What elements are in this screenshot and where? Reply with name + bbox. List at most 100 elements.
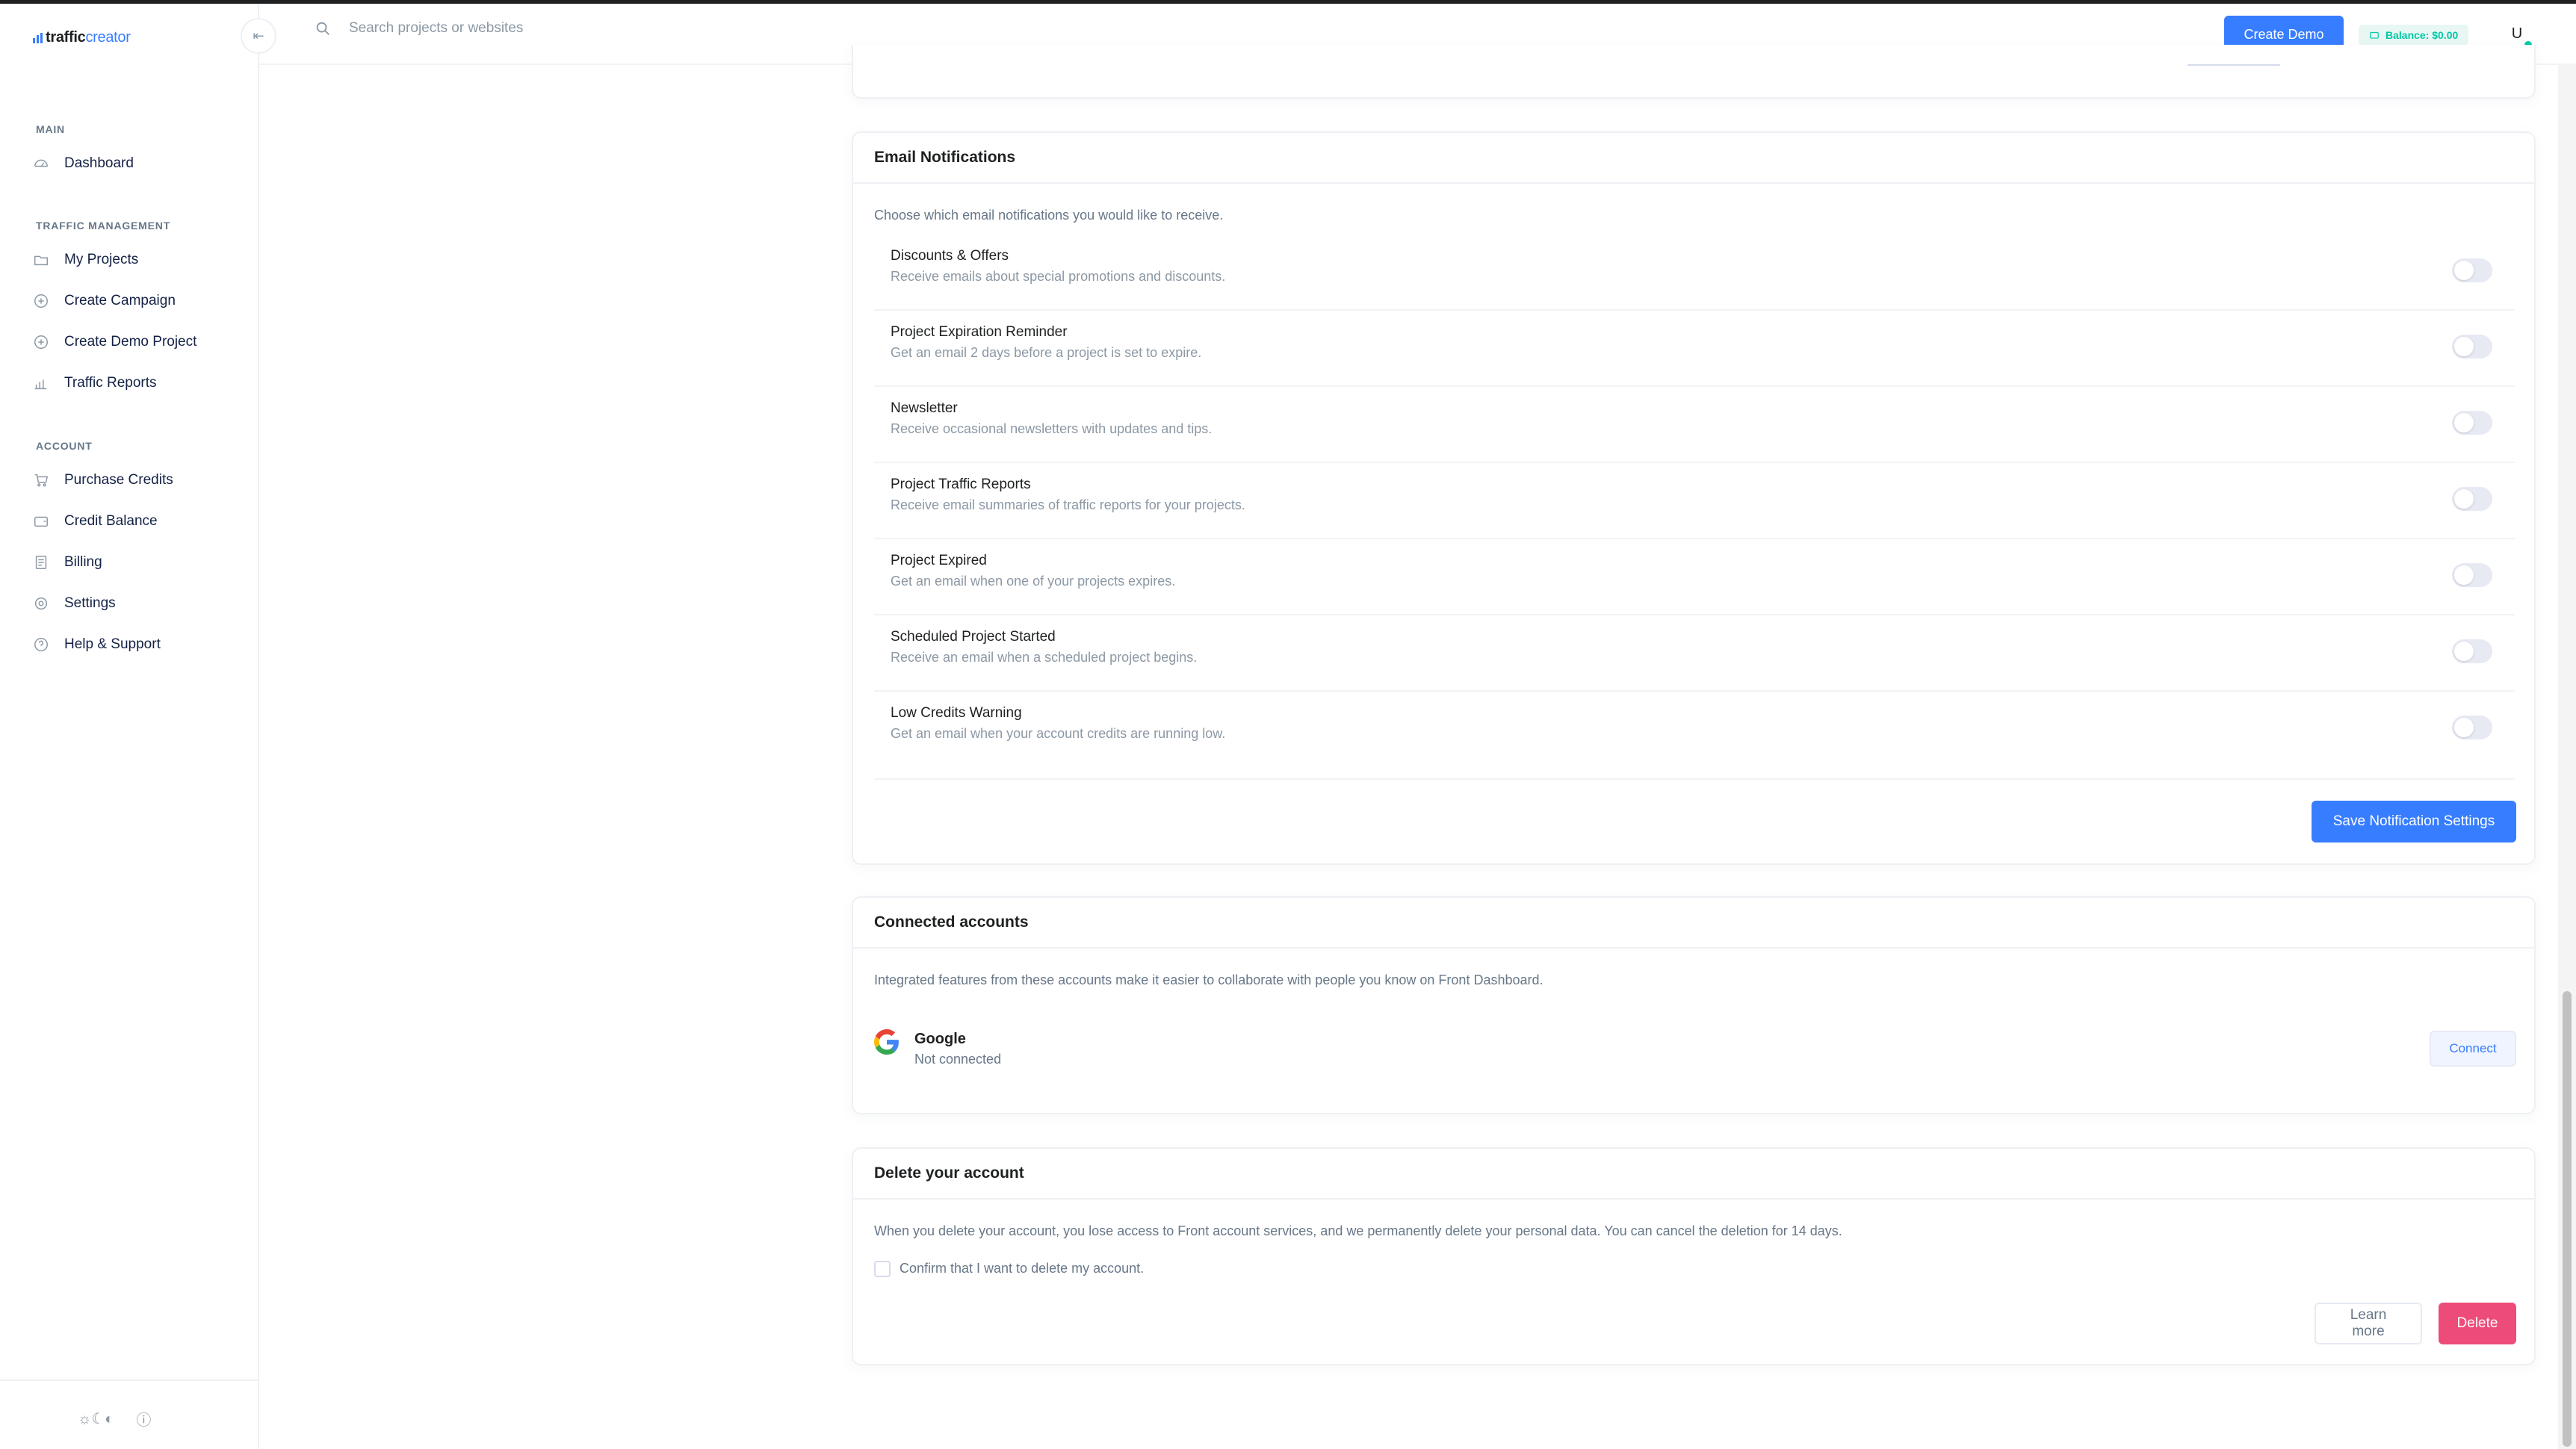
nav-section-account: ACCOUNT bbox=[36, 440, 93, 452]
discounts-toggle[interactable] bbox=[2452, 258, 2492, 282]
balance-badge[interactable]: Balance: $0.00 bbox=[2359, 25, 2469, 46]
collapse-arrow-icon: ⇤ bbox=[253, 28, 264, 43]
brand-logo[interactable]: traffic creator bbox=[33, 29, 131, 46]
email-notifications-title: Email Notifications bbox=[853, 133, 2534, 184]
logo-bars-icon bbox=[33, 32, 43, 43]
theme-toggle-icon[interactable]: ☼☾◐ bbox=[78, 1409, 114, 1428]
expiration-reminder-toggle[interactable] bbox=[2452, 335, 2492, 359]
learn-more-button[interactable]: Learn more bbox=[2315, 1303, 2422, 1344]
sidebar-item-traffic-reports[interactable]: Traffic Reports bbox=[33, 367, 157, 400]
notification-title: Low Credits Warning bbox=[891, 705, 1022, 721]
connected-accounts-description: Integrated features from these accounts … bbox=[874, 972, 1544, 987]
search-input[interactable] bbox=[349, 20, 947, 37]
notification-subtitle: Receive emails about special promotions … bbox=[891, 269, 1226, 284]
wallet-icon bbox=[2370, 31, 2379, 39]
confirm-delete-label[interactable]: Confirm that I want to delete my account… bbox=[900, 1261, 1144, 1276]
notification-title: Project Expiration Reminder bbox=[891, 324, 1068, 340]
info-icon[interactable]: ⓘ bbox=[136, 1408, 151, 1430]
low-credits-toggle[interactable] bbox=[2452, 716, 2492, 739]
nav-section-main: MAIN bbox=[36, 123, 65, 135]
sidebar-item-label: Create Campaign bbox=[64, 293, 176, 308]
notification-title: Scheduled Project Started bbox=[891, 629, 1056, 645]
notification-title: Discounts & Offers bbox=[891, 248, 1009, 264]
sidebar-item-create-demo-project[interactable]: Create Demo Project bbox=[33, 326, 196, 359]
sidebar-item-label: Settings bbox=[64, 595, 116, 611]
notification-row-discounts: Discounts & Offers Receive emails about … bbox=[874, 235, 2515, 311]
receipt-icon bbox=[35, 556, 47, 569]
notification-row-project-expired: Project Expired Get an email when one of… bbox=[874, 539, 2515, 615]
sidebar-item-credit-balance[interactable]: Credit Balance bbox=[33, 505, 158, 538]
project-expired-toggle[interactable] bbox=[2452, 563, 2492, 587]
sidebar-item-settings[interactable]: Settings bbox=[33, 587, 116, 620]
avatar-initial: U bbox=[2511, 25, 2523, 42]
wallet-icon bbox=[34, 516, 48, 527]
sidebar-collapse-button[interactable]: ⇤ bbox=[241, 18, 276, 54]
google-account-name: Google bbox=[914, 1031, 966, 1047]
sidebar-item-billing[interactable]: Billing bbox=[33, 546, 102, 579]
email-notifications-card: Email Notifications Choose which email n… bbox=[852, 131, 2536, 865]
connected-accounts-card: Connected accounts Integrated features f… bbox=[852, 896, 2536, 1114]
connected-accounts-title: Connected accounts bbox=[853, 898, 2534, 949]
confirm-delete-checkbox[interactable] bbox=[874, 1261, 891, 1277]
notification-row-traffic-reports: Project Traffic Reports Receive email su… bbox=[874, 463, 2515, 539]
sidebar-item-dashboard[interactable]: Dashboard bbox=[33, 147, 134, 180]
notification-row-newsletter: Newsletter Receive occasional newsletter… bbox=[874, 387, 2515, 463]
nav-section-traffic-management: TRAFFIC MANAGEMENT bbox=[36, 220, 171, 232]
search-icon bbox=[316, 22, 329, 35]
traffic-reports-toggle[interactable] bbox=[2452, 487, 2492, 511]
notification-row-low-credits: Low Credits Warning Get an email when yo… bbox=[874, 692, 2515, 780]
scrollbar-thumb[interactable] bbox=[2563, 991, 2572, 1447]
google-connect-button[interactable]: Connect bbox=[2430, 1031, 2516, 1067]
sidebar: traffic creator MAIN Dashboard TRAFFIC MA… bbox=[0, 4, 259, 1449]
sidebar-item-label: Dashboard bbox=[64, 155, 134, 171]
newsletter-toggle[interactable] bbox=[2452, 411, 2492, 435]
notification-subtitle: Receive email summaries of traffic repor… bbox=[891, 497, 1245, 512]
sidebar-item-purchase-credits[interactable]: Purchase Credits bbox=[33, 464, 173, 497]
notification-subtitle: Get an email 2 days before a project is … bbox=[891, 345, 1202, 360]
google-connection-status: Not connected bbox=[914, 1052, 1002, 1067]
sidebar-item-label: Traffic Reports bbox=[64, 375, 157, 391]
scheduled-started-toggle[interactable] bbox=[2452, 639, 2492, 663]
brand-name-light: creator bbox=[85, 29, 131, 46]
delete-account-title: Delete your account bbox=[853, 1149, 2534, 1200]
notification-subtitle: Get an email when your account credits a… bbox=[891, 726, 1226, 741]
dashboard-icon bbox=[34, 159, 48, 167]
notification-row-expiration-reminder: Project Expiration Reminder Get an email… bbox=[874, 311, 2515, 387]
notification-subtitle: Get an email when one of your projects e… bbox=[891, 574, 1176, 589]
brand-name-bold: traffic bbox=[46, 29, 86, 46]
plus-circle-icon bbox=[34, 294, 48, 308]
sidebar-item-create-campaign[interactable]: Create Campaign bbox=[33, 285, 176, 317]
sidebar-item-label: Help & Support bbox=[64, 636, 161, 652]
cart-icon bbox=[34, 474, 49, 487]
notification-subtitle: Receive occasional newsletters with upda… bbox=[891, 421, 1213, 436]
plus-circle-icon bbox=[34, 335, 48, 349]
sidebar-item-my-projects[interactable]: My Projects bbox=[33, 243, 138, 276]
page-scrollbar[interactable] bbox=[2558, 65, 2576, 1449]
save-notification-settings-button[interactable]: Save Notification Settings bbox=[2312, 801, 2516, 843]
notification-title: Project Traffic Reports bbox=[891, 477, 1031, 492]
sidebar-item-label: Create Demo Project bbox=[64, 334, 197, 350]
delete-account-card: Delete your account When you delete your… bbox=[852, 1147, 2536, 1365]
sidebar-item-label: Credit Balance bbox=[64, 513, 158, 529]
sidebar-item-label: My Projects bbox=[64, 252, 139, 267]
notification-row-scheduled-started: Scheduled Project Started Receive an ema… bbox=[874, 615, 2515, 692]
delete-account-button[interactable]: Delete bbox=[2439, 1303, 2516, 1344]
delete-account-description: When you delete your account, you lose a… bbox=[874, 1223, 1842, 1238]
sidebar-footer: ☼☾◐ ⓘ bbox=[0, 1380, 258, 1449]
email-notifications-description: Choose which email notifications you wou… bbox=[874, 208, 1224, 223]
google-logo-icon bbox=[874, 1029, 899, 1055]
help-circle-icon bbox=[34, 638, 48, 651]
search-bar bbox=[315, 20, 947, 37]
notification-subtitle: Receive an email when a scheduled projec… bbox=[891, 650, 1198, 665]
bar-chart-icon bbox=[34, 379, 47, 390]
notification-title: Project Expired bbox=[891, 553, 987, 568]
sidebar-item-help-support[interactable]: Help & Support bbox=[33, 628, 161, 661]
balance-label: Balance: $0.00 bbox=[2385, 29, 2459, 41]
gear-icon bbox=[34, 597, 48, 610]
sidebar-item-label: Purchase Credits bbox=[64, 472, 173, 488]
folder-icon bbox=[34, 255, 48, 266]
sidebar-item-label: Billing bbox=[64, 554, 102, 570]
previous-section-underline bbox=[2188, 64, 2280, 66]
notification-title: Newsletter bbox=[891, 400, 958, 416]
previous-section-card bbox=[852, 45, 2536, 99]
